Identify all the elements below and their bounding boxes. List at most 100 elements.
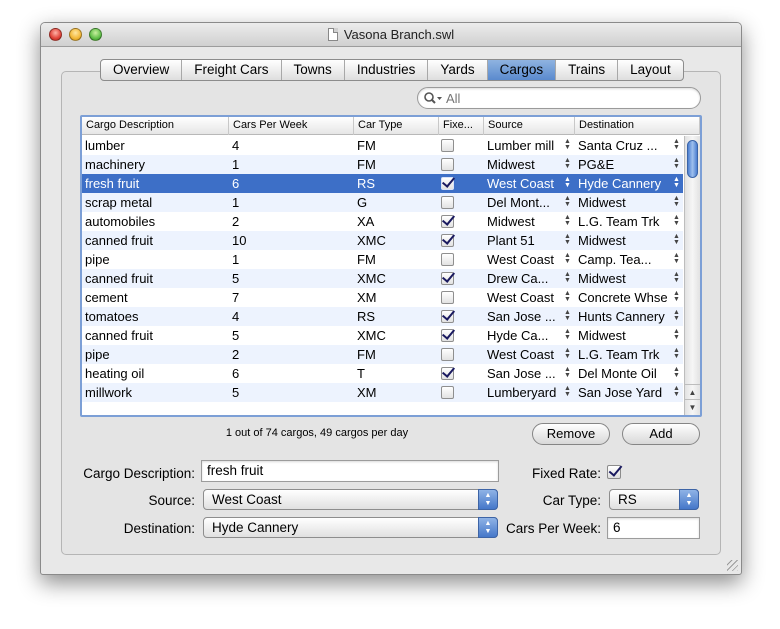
cell-destination[interactable]: Santa Cruz ... ▲ ▼ (575, 136, 683, 155)
cell-fixed-rate-checkbox[interactable] (441, 215, 454, 228)
table-row[interactable]: cement 7 XM West Coast ▲ ▼ Concrete Whse ▲ ▼ (82, 288, 683, 307)
tab-cargos[interactable]: Cargos (487, 60, 557, 80)
cell-source[interactable]: Del Mont... ▲ ▼ (484, 193, 574, 212)
stepper-arrows-icon[interactable]: ▲ ▼ (564, 385, 571, 399)
cell-destination[interactable]: L.G. Team Trk ▲ ▼ (575, 345, 683, 364)
table-row[interactable]: millwork 5 XM Lumberyard ▲ ▼ San Jose Yard ▲ ▼ (82, 383, 683, 402)
cell-source[interactable]: West Coast ▲ ▼ (484, 250, 574, 269)
cell-fixed-rate-checkbox[interactable] (441, 367, 454, 380)
table-row[interactable]: lumber 4 FM Lumber mill ▲ ▼ Santa Cruz ... ▲ ▼ (82, 136, 683, 155)
stepper-arrows-icon[interactable]: ▲ ▼ (673, 176, 680, 190)
table-row[interactable]: canned fruit 10 XMC Plant 51 ▲ ▼ Midwest ▲ ▼ (82, 231, 683, 250)
tab-towns[interactable]: Towns (282, 60, 345, 80)
cell-fixed-rate-checkbox[interactable] (441, 329, 454, 342)
table-row[interactable]: pipe 2 FM West Coast ▲ ▼ L.G. Team Trk ▲ ▼ (82, 345, 683, 364)
stepper-arrows-icon[interactable]: ▲ ▼ (564, 366, 571, 380)
vertical-scrollbar[interactable]: ▲ ▼ (684, 136, 700, 415)
scroll-up-icon[interactable]: ▲ (685, 384, 700, 399)
column-header[interactable]: Destination (575, 117, 700, 135)
cell-source[interactable]: Midwest ▲ ▼ (484, 212, 574, 231)
tab-overview[interactable]: Overview (101, 60, 183, 80)
stepper-arrows-icon[interactable]: ▲ ▼ (564, 233, 571, 247)
cell-source[interactable]: West Coast ▲ ▼ (484, 174, 574, 193)
cell-fixed-rate-checkbox[interactable] (441, 196, 454, 209)
stepper-arrows-icon[interactable]: ▲ ▼ (564, 347, 571, 361)
search-icon[interactable] (423, 91, 443, 106)
stepper-arrows-icon[interactable]: ▲ ▼ (564, 195, 571, 209)
cell-destination[interactable]: Del Monte Oil ▲ ▼ (575, 364, 683, 383)
cell-fixed-rate-checkbox[interactable] (441, 158, 454, 171)
title-bar[interactable]: Vasona Branch.swl (41, 23, 741, 47)
stepper-arrows-icon[interactable]: ▲ ▼ (673, 233, 680, 247)
stepper-arrows-icon[interactable]: ▲ ▼ (564, 290, 571, 304)
remove-button[interactable]: Remove (532, 423, 610, 445)
tab-trains[interactable]: Trains (556, 60, 619, 80)
car-type-popup[interactable]: RS ▲ ▼ (609, 489, 699, 510)
cell-destination[interactable]: Midwest ▲ ▼ (575, 269, 683, 288)
scroll-down-icon[interactable]: ▼ (685, 399, 700, 414)
cell-source[interactable]: Hyde Ca... ▲ ▼ (484, 326, 574, 345)
table-row[interactable]: machinery 1 FM Midwest ▲ ▼ PG&E ▲ ▼ (82, 155, 683, 174)
tab-layout[interactable]: Layout (618, 60, 683, 80)
cell-fixed-rate-checkbox[interactable] (441, 348, 454, 361)
column-header[interactable]: Cars Per Week (229, 117, 354, 135)
cell-destination[interactable]: L.G. Team Trk ▲ ▼ (575, 212, 683, 231)
stepper-arrows-icon[interactable]: ▲ ▼ (673, 309, 680, 323)
table-row[interactable]: canned fruit 5 XMC Drew Ca... ▲ ▼ Midwest ▲ ▼ (82, 269, 683, 288)
stepper-arrows-icon[interactable]: ▲ ▼ (564, 252, 571, 266)
stepper-arrows-icon[interactable]: ▲ ▼ (673, 195, 680, 209)
cell-source[interactable]: San Jose ... ▲ ▼ (484, 364, 574, 383)
cell-fixed-rate-checkbox[interactable] (441, 177, 454, 190)
cell-source[interactable]: West Coast ▲ ▼ (484, 288, 574, 307)
stepper-arrows-icon[interactable]: ▲ ▼ (673, 214, 680, 228)
cell-destination[interactable]: Midwest ▲ ▼ (575, 231, 683, 250)
cell-source[interactable]: San Jose ... ▲ ▼ (484, 307, 574, 326)
cell-destination[interactable]: Hunts Cannery ▲ ▼ (575, 307, 683, 326)
cell-fixed-rate-checkbox[interactable] (441, 272, 454, 285)
cell-destination[interactable]: San Jose Yard ▲ ▼ (575, 383, 683, 402)
tab-yards[interactable]: Yards (428, 60, 488, 80)
table-row[interactable]: automobiles 2 XA Midwest ▲ ▼ L.G. Team Trk ▲ ▼ (82, 212, 683, 231)
cell-fixed-rate-checkbox[interactable] (441, 253, 454, 266)
cars-per-week-field[interactable]: 6 (607, 517, 700, 539)
cell-destination[interactable]: Camp. Tea... ▲ ▼ (575, 250, 683, 269)
table-row[interactable]: canned fruit 5 XMC Hyde Ca... ▲ ▼ Midwest ▲ ▼ (82, 326, 683, 345)
cell-destination[interactable]: Midwest ▲ ▼ (575, 193, 683, 212)
cell-destination[interactable]: Midwest ▲ ▼ (575, 326, 683, 345)
cargo-table[interactable]: Cargo Description Cars Per Week Car Type Fi… (80, 115, 702, 417)
cell-fixed-rate-checkbox[interactable] (441, 291, 454, 304)
search-input[interactable] (444, 90, 694, 106)
cell-source[interactable]: Plant 51 ▲ ▼ (484, 231, 574, 250)
stepper-arrows-icon[interactable]: ▲ ▼ (673, 271, 680, 285)
add-button[interactable]: Add (622, 423, 700, 445)
stepper-arrows-icon[interactable]: ▲ ▼ (673, 366, 680, 380)
stepper-arrows-icon[interactable]: ▲ ▼ (564, 176, 571, 190)
stepper-arrows-icon[interactable]: ▲ ▼ (564, 157, 571, 171)
tab-industries[interactable]: Industries (345, 60, 429, 80)
stepper-arrows-icon[interactable]: ▲ ▼ (564, 328, 571, 342)
column-header[interactable]: Car Type (354, 117, 439, 135)
stepper-arrows-icon[interactable]: ▲ ▼ (564, 271, 571, 285)
table-row[interactable]: heating oil 6 T San Jose ... ▲ ▼ Del Monte Oil… (82, 364, 683, 383)
resize-grip-icon[interactable] (727, 560, 738, 571)
fixed-rate-checkbox[interactable] (607, 465, 621, 479)
column-header[interactable]: Source (484, 117, 575, 135)
scrollbar-thumb[interactable] (687, 140, 698, 178)
cell-source[interactable]: Drew Ca... ▲ ▼ (484, 269, 574, 288)
table-row[interactable]: pipe 1 FM West Coast ▲ ▼ Camp. Tea... ▲ ▼ (82, 250, 683, 269)
stepper-arrows-icon[interactable]: ▲ ▼ (673, 347, 680, 361)
column-header[interactable]: Cargo Description (82, 117, 229, 135)
cargo-description-field[interactable]: fresh fruit (201, 460, 499, 482)
table-row[interactable]: fresh fruit 6 RS West Coast ▲ ▼ Hyde Cannery ▲ ▼ (82, 174, 683, 193)
column-header[interactable]: Fixe... (439, 117, 484, 135)
cell-source[interactable]: Midwest ▲ ▼ (484, 155, 574, 174)
destination-popup[interactable]: Hyde Cannery ▲ ▼ (203, 517, 498, 538)
table-row[interactable]: scrap metal 1 G Del Mont... ▲ ▼ Midwest ▲ ▼ (82, 193, 683, 212)
cell-fixed-rate-checkbox[interactable] (441, 310, 454, 323)
stepper-arrows-icon[interactable]: ▲ ▼ (673, 138, 680, 152)
cell-destination[interactable]: PG&E ▲ ▼ (575, 155, 683, 174)
stepper-arrows-icon[interactable]: ▲ ▼ (673, 252, 680, 266)
tab-freight-cars[interactable]: Freight Cars (182, 60, 282, 80)
stepper-arrows-icon[interactable]: ▲ ▼ (564, 309, 571, 323)
cell-fixed-rate-checkbox[interactable] (441, 386, 454, 399)
